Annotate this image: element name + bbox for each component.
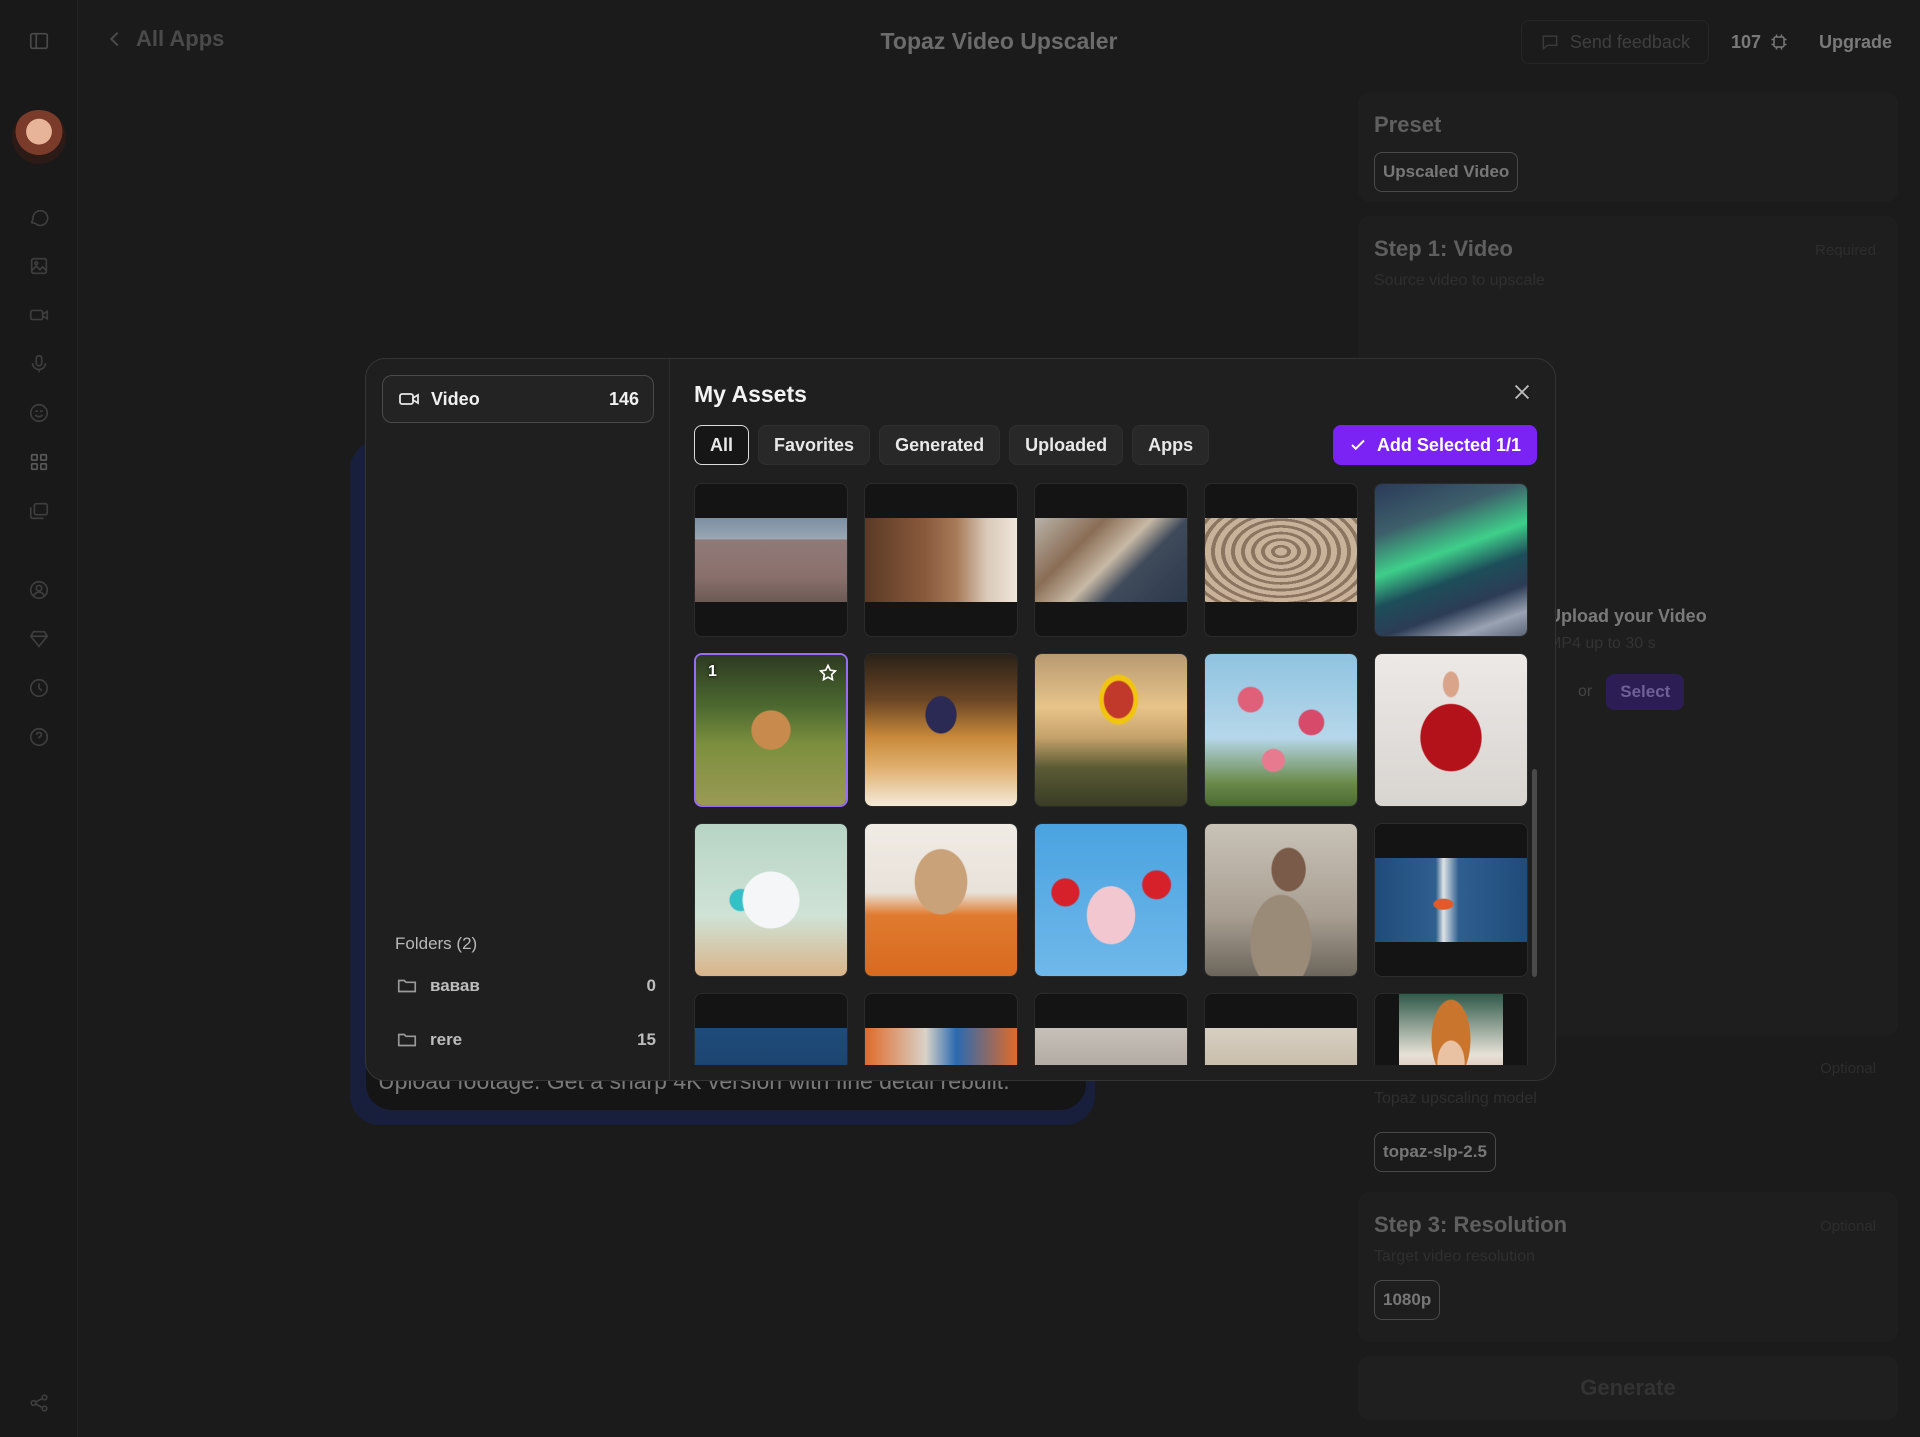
sidebar-item-count: 146 [608,388,639,409]
asset-thumbnail-selected[interactable]: 1 [694,653,848,807]
check-icon [1351,439,1365,451]
feedback-label: Send feedback [1569,31,1690,52]
folder-count: 0 [646,976,656,995]
diamond-icon[interactable] [26,626,52,652]
asset-thumbnail[interactable] [864,993,1018,1065]
top-bar: All Apps Topaz Video Upscaler Send feedb… [78,0,1920,84]
send-feedback-button[interactable]: Send feedback [1520,20,1709,64]
asset-grid: 1 [694,483,1540,1065]
mic-icon[interactable] [26,351,52,377]
upload-subtitle: MP4 up to 30 s [1548,635,1656,652]
step3-title: Step 3: Resolution [1374,1212,1568,1237]
upload-select-row: or Select [1578,674,1685,710]
asset-thumbnail[interactable] [1374,483,1528,637]
step3-subtitle: Target video resolution [1374,1248,1535,1265]
folder-item[interactable]: rere 15 [396,1025,656,1055]
step2-optional: Optional [1820,1060,1876,1077]
asset-thumbnail[interactable] [1204,653,1358,807]
preset-chip[interactable]: Upscaled Video [1374,152,1519,192]
tab-apps[interactable]: Apps [1132,425,1210,465]
tab-all[interactable]: All [694,425,750,465]
history-icon[interactable] [26,675,52,701]
panel-toggle-icon[interactable] [26,28,52,54]
modal-sidebar: Video 146 Folders (2) вавав 0 rere 15 [366,359,670,1080]
close-button[interactable] [1507,377,1537,407]
folder-count: 15 [637,1030,656,1049]
step1-required: Required [1815,242,1876,259]
left-rail [0,0,78,1437]
face-icon[interactable] [26,400,52,426]
sidebar-item-label: Video [431,388,480,409]
add-selected-label: Add Selected 1/1 [1376,434,1521,455]
close-icon [1514,384,1530,400]
asset-thumbnail[interactable] [1374,653,1528,807]
upgrade-button[interactable]: Upgrade [1811,32,1900,53]
tab-uploaded[interactable]: Uploaded [1009,425,1124,465]
asset-grid-scrollbar[interactable] [1532,769,1537,977]
asset-thumbnail[interactable] [1034,483,1188,637]
favorite-star-icon[interactable] [818,663,838,683]
preset-card: Preset Upscaled Video [1358,92,1898,202]
asset-thumbnail[interactable] [694,483,848,637]
chat-icon[interactable] [26,204,52,230]
image-icon[interactable] [26,253,52,279]
upload-zone[interactable]: Upload your Video MP4 up to 30 s [1548,606,1707,653]
upload-select-button[interactable]: Select [1606,674,1685,710]
share-icon[interactable] [26,1390,52,1416]
sidebar-item-video[interactable]: Video 146 [382,375,654,423]
folder-name: вавав [430,976,480,995]
asset-thumbnail[interactable] [864,483,1018,637]
user-circle-icon[interactable] [26,577,52,603]
step1-subtitle: Source video to upscale [1374,272,1545,289]
apps-grid-icon[interactable] [26,449,52,475]
step3-optional: Optional [1820,1218,1876,1235]
folder-item[interactable]: вавав 0 [396,971,656,1001]
generate-button[interactable]: Generate [1358,1356,1898,1420]
asset-thumbnail[interactable] [864,823,1018,977]
folder-name: rere [430,1030,463,1049]
asset-thumbnail[interactable] [694,993,848,1065]
folders-title: Folders (2) [395,934,478,953]
top-right-actions: Send feedback 107 Upgrade [1520,20,1900,64]
video-icon[interactable] [26,302,52,328]
asset-thumbnail[interactable] [1034,823,1188,977]
asset-thumbnail[interactable] [1204,483,1358,637]
asset-thumbnail[interactable] [864,653,1018,807]
upload-title: Upload your Video [1548,606,1707,626]
step2-subtitle: Topaz upscaling model [1374,1090,1537,1107]
asset-thumbnail[interactable] [1034,993,1188,1065]
credits-counter[interactable]: 107 [1723,32,1797,53]
library-icon[interactable] [26,498,52,524]
credits-value: 107 [1730,31,1761,52]
folder-icon [397,1033,417,1047]
selection-number: 1 [708,663,717,680]
asset-thumbnail[interactable] [1204,823,1358,977]
tab-favorites[interactable]: Favorites [758,425,871,465]
asset-thumbnail[interactable] [1374,993,1528,1065]
modal-main: My Assets All Favorites Generated Upload… [670,359,1555,1080]
help-icon[interactable] [26,724,52,750]
avatar[interactable] [12,110,66,164]
chip-icon [1771,34,1787,50]
asset-thumbnail[interactable] [1374,823,1528,977]
tab-generated[interactable]: Generated [879,425,1001,465]
upload-or: or [1578,683,1593,700]
preset-title: Preset [1374,112,1442,137]
model-chip[interactable]: topaz-slp-2.5 [1374,1132,1496,1172]
modal-title: My Assets [694,381,807,407]
assets-modal: Video 146 Folders (2) вавав 0 rere 15 My… [365,358,1556,1081]
video-icon [399,393,419,405]
step3-card: Step 3: Resolution Optional Target video… [1358,1192,1898,1342]
filter-tabs: All Favorites Generated Uploaded Apps [694,425,1210,465]
feedback-icon [1542,35,1558,51]
asset-thumbnail[interactable] [1034,653,1188,807]
resolution-chip[interactable]: 1080p [1374,1280,1441,1320]
add-selected-button[interactable]: Add Selected 1/1 [1332,425,1537,465]
step1-title: Step 1: Video [1374,236,1513,261]
folder-icon [397,979,417,993]
asset-thumbnail[interactable] [694,823,848,977]
asset-thumbnail[interactable] [1204,993,1358,1065]
